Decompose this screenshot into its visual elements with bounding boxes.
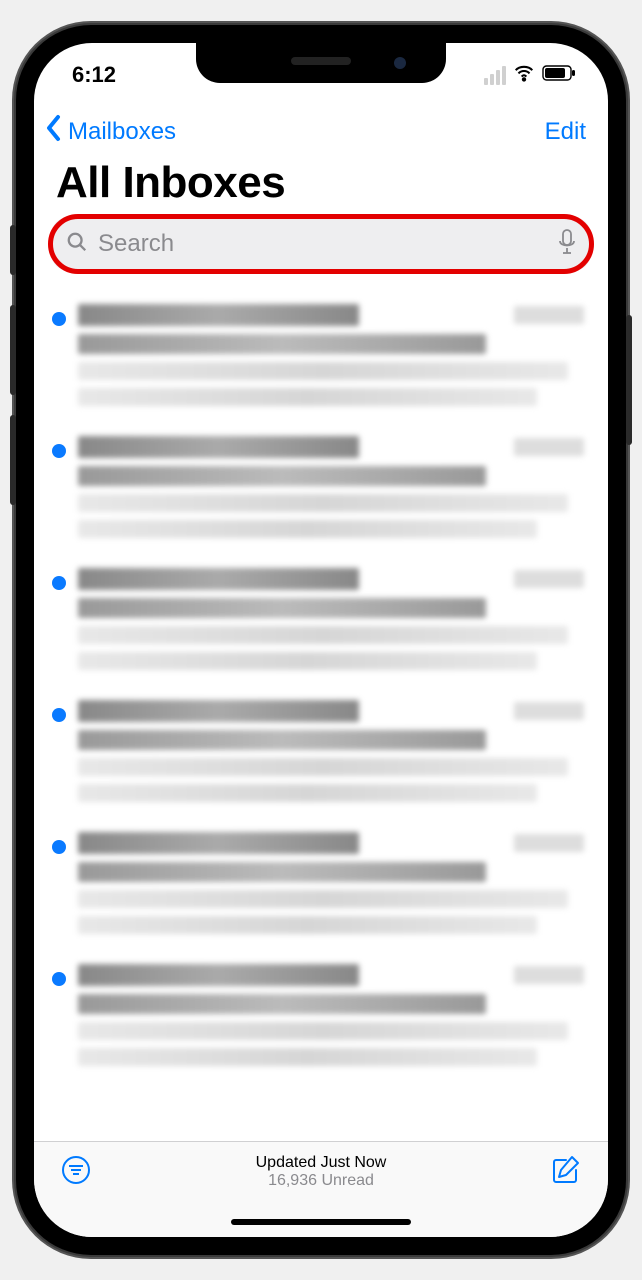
- search-wrapper: [34, 218, 608, 284]
- search-bar[interactable]: [52, 218, 590, 270]
- chevron-left-icon: [44, 113, 68, 150]
- redacted-text: [78, 568, 359, 590]
- status-icons: [484, 62, 576, 89]
- nav-bar: Mailboxes Edit: [34, 101, 608, 158]
- microphone-icon[interactable]: [558, 229, 576, 260]
- toolbar-status: Updated Just Now: [256, 1154, 387, 1172]
- redacted-text: [78, 730, 486, 750]
- redacted-text: [78, 1048, 537, 1066]
- redacted-text: [78, 520, 537, 538]
- unread-dot-icon: [52, 312, 66, 326]
- redacted-text: [78, 1022, 568, 1040]
- front-camera: [394, 57, 406, 69]
- email-list[interactable]: [34, 284, 608, 1237]
- redacted-text: [78, 964, 359, 986]
- redacted-text: [514, 438, 584, 456]
- power-button: [626, 315, 632, 445]
- redacted-text: [78, 916, 537, 934]
- redacted-text: [514, 570, 584, 588]
- redacted-text: [514, 834, 584, 852]
- cellular-signal-icon: [484, 66, 506, 85]
- content-area: Mailboxes Edit All Inboxes: [34, 43, 608, 1237]
- email-row[interactable]: [34, 290, 608, 422]
- redacted-text: [514, 966, 584, 984]
- email-row[interactable]: [34, 950, 608, 1082]
- battery-icon: [542, 65, 576, 86]
- redacted-text: [78, 994, 486, 1014]
- home-indicator[interactable]: [231, 1219, 411, 1225]
- phone-frame: 6:12: [16, 25, 626, 1255]
- search-icon: [66, 231, 88, 258]
- redacted-text: [78, 862, 486, 882]
- edit-button[interactable]: Edit: [545, 118, 586, 146]
- redacted-text: [78, 700, 359, 722]
- redacted-text: [514, 702, 584, 720]
- redacted-text: [78, 652, 537, 670]
- redacted-text: [78, 784, 537, 802]
- unread-dot-icon: [52, 576, 66, 590]
- email-row[interactable]: [34, 554, 608, 686]
- back-label: Mailboxes: [68, 118, 176, 146]
- redacted-text: [78, 758, 568, 776]
- screen: 6:12: [34, 43, 608, 1237]
- notch-speaker: [291, 57, 351, 65]
- redacted-text: [78, 598, 486, 618]
- toolbar-status-area: Updated Just Now 16,936 Unread: [256, 1154, 387, 1190]
- status-time: 6:12: [72, 62, 116, 88]
- unread-dot-icon: [52, 840, 66, 854]
- redacted-text: [78, 466, 486, 486]
- redacted-text: [78, 890, 568, 908]
- redacted-text: [514, 306, 584, 324]
- notch: [196, 43, 446, 83]
- redacted-text: [78, 832, 359, 854]
- volume-down-button: [10, 415, 16, 505]
- redacted-text: [78, 362, 568, 380]
- redacted-text: [78, 436, 359, 458]
- redacted-text: [78, 334, 486, 354]
- redacted-text: [78, 304, 359, 326]
- filter-button[interactable]: [60, 1154, 92, 1191]
- email-row[interactable]: [34, 818, 608, 950]
- redacted-text: [78, 494, 568, 512]
- volume-up-button: [10, 305, 16, 395]
- redacted-text: [78, 388, 537, 406]
- back-button[interactable]: Mailboxes: [44, 113, 176, 150]
- compose-button[interactable]: [550, 1154, 582, 1191]
- mute-switch: [10, 225, 16, 275]
- unread-dot-icon: [52, 444, 66, 458]
- email-row[interactable]: [34, 422, 608, 554]
- toolbar-unread-count: 16,936 Unread: [256, 1172, 387, 1190]
- redacted-text: [78, 626, 568, 644]
- unread-dot-icon: [52, 708, 66, 722]
- page-title: All Inboxes: [34, 158, 608, 218]
- wifi-icon: [513, 62, 535, 89]
- email-row[interactable]: [34, 686, 608, 818]
- search-input[interactable]: [98, 230, 548, 258]
- unread-dot-icon: [52, 972, 66, 986]
